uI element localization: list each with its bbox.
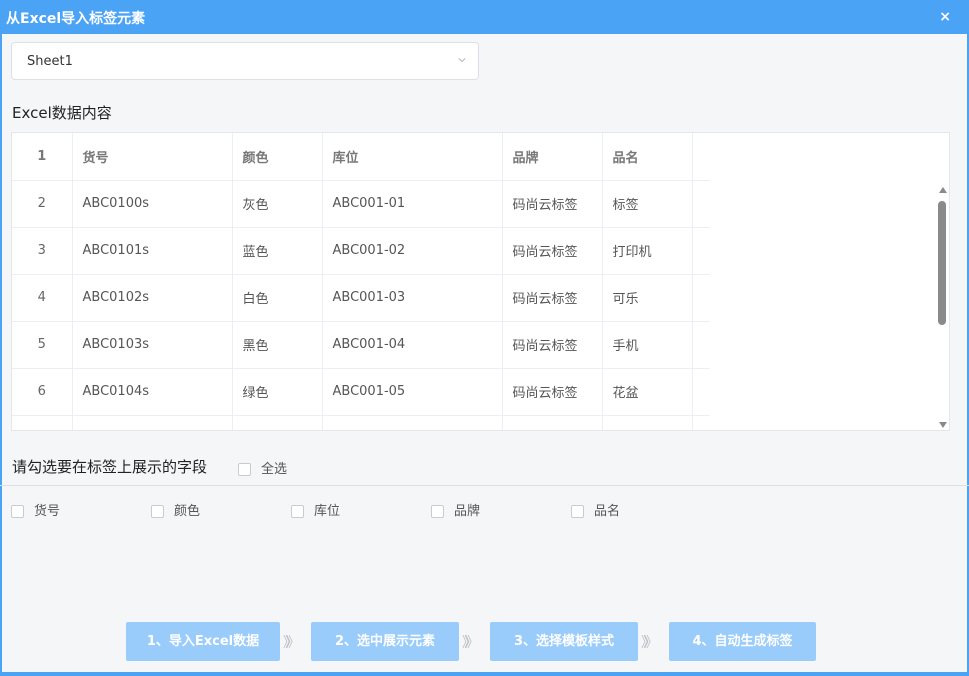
field-label: 品牌 (454, 504, 481, 519)
table-cell (322, 415, 503, 430)
table-cell (502, 415, 603, 430)
table-cell: 品名 (602, 133, 693, 181)
row-number-cell: 2 (12, 180, 73, 228)
table-cell: ABC0100s (72, 180, 233, 228)
table-filler-cell (692, 227, 710, 275)
row-number-cell: 3 (12, 227, 73, 275)
scrollbar-thumb[interactable] (938, 201, 946, 325)
fields-label: 请勾选要在标签上展示的字段 (12, 458, 208, 476)
table-cell: 品牌 (502, 133, 603, 181)
table-filler-cell (692, 180, 710, 228)
checkbox-icon[interactable] (238, 463, 251, 476)
table-cell: ABC001-04 (322, 321, 503, 369)
checkbox-icon[interactable] (151, 505, 164, 518)
table-cell: ABC0103s (72, 321, 233, 369)
row-number-cell: 6 (12, 368, 73, 416)
table-cell: 灰色 (232, 180, 323, 228)
table-row: 6 ABC0104s 绿色 ABC001-05 码尚云标签 花盆 (12, 368, 710, 416)
row-number-cell: 4 (12, 274, 73, 322)
table-cell: ABC0101s (72, 227, 233, 275)
table-cell: 码尚云标签 (502, 180, 603, 228)
table-cell: 码尚云标签 (502, 227, 603, 275)
table-row (12, 415, 710, 430)
step-import-excel[interactable]: 1、导入Excel数据 (126, 622, 280, 661)
table-cell: 打印机 (602, 227, 693, 275)
table-cell: 花盆 (602, 368, 693, 416)
table-cell: 可乐 (602, 274, 693, 322)
step-choose-template[interactable]: 3、选择模板样式 (490, 622, 638, 661)
table-cell (602, 415, 693, 430)
field-label: 颜色 (174, 504, 201, 519)
step-select-elements[interactable]: 2、选中展示元素 (311, 622, 459, 661)
sheet-select[interactable]: Sheet1 (11, 42, 479, 80)
table-header-row: 1 货号 颜色 库位 品牌 品名 (12, 133, 710, 181)
table-cell: 蓝色 (232, 227, 323, 275)
scroll-up-icon[interactable] (939, 187, 947, 193)
field-checkbox-item-no[interactable]: 货号 (11, 500, 60, 519)
table-cell: 码尚云标签 (502, 321, 603, 369)
scroll-down-icon[interactable] (939, 422, 947, 428)
table-cell: 码尚云标签 (502, 274, 603, 322)
field-checkbox-product-name[interactable]: 品名 (571, 500, 620, 519)
table-filler-cell (692, 321, 710, 369)
table-cell (72, 415, 233, 430)
table-cell: 货号 (72, 133, 233, 181)
excel-data-label: Excel数据内容 (12, 104, 112, 122)
checkbox-icon[interactable] (431, 505, 444, 518)
row-number-cell (12, 415, 73, 430)
table-cell: 颜色 (232, 133, 323, 181)
select-all-label: 全选 (261, 462, 288, 477)
row-number-cell: 5 (12, 321, 73, 369)
table-cell: 手机 (602, 321, 693, 369)
table-filler-cell (692, 368, 710, 416)
table-filler-cell (692, 415, 710, 430)
sheet-select-value: Sheet1 (27, 54, 73, 69)
field-checkbox-color[interactable]: 颜色 (151, 500, 200, 519)
dialog-titlebar: 从Excel导入标签元素 × (0, 0, 969, 34)
excel-data-table: 1 货号 颜色 库位 品牌 品名 2 ABC0100s 灰色 ABC001-01 码尚云标签 标签 3 A… (11, 132, 950, 431)
step-arrow-icon: 》》 (462, 635, 479, 651)
table-cell: 码尚云标签 (502, 368, 603, 416)
checkbox-icon[interactable] (291, 505, 304, 518)
table-scrollbar[interactable] (936, 185, 948, 430)
table-cell (232, 415, 323, 430)
table-cell: ABC001-03 (322, 274, 503, 322)
table-cell: 库位 (322, 133, 503, 181)
table-cell: 黑色 (232, 321, 323, 369)
step-arrow-icon: 》》 (283, 635, 300, 651)
table-cell: 绿色 (232, 368, 323, 416)
table-row: 4 ABC0102s 白色 ABC001-03 码尚云标签 可乐 (12, 274, 710, 322)
field-checkbox-brand[interactable]: 品牌 (431, 500, 480, 519)
field-checkbox-location[interactable]: 库位 (291, 500, 340, 519)
close-icon[interactable]: × (939, 9, 951, 25)
table-row: 2 ABC0100s 灰色 ABC001-01 码尚云标签 标签 (12, 180, 710, 228)
step-arrow-icon: 》》 (641, 635, 658, 651)
dialog-title: 从Excel导入标签元素 (6, 11, 146, 27)
chevron-down-icon (458, 58, 466, 63)
table-cell: ABC001-05 (322, 368, 503, 416)
field-label: 品名 (594, 504, 621, 519)
select-all-checkbox[interactable]: 全选 (238, 458, 287, 477)
table-cell: 白色 (232, 274, 323, 322)
table-row: 3 ABC0101s 蓝色 ABC001-02 码尚云标签 打印机 (12, 227, 710, 275)
checkbox-icon[interactable] (571, 505, 584, 518)
table-cell: ABC001-02 (322, 227, 503, 275)
table-cell: ABC0104s (72, 368, 233, 416)
table-cell: ABC0102s (72, 274, 233, 322)
field-label: 货号 (34, 504, 61, 519)
checkbox-icon[interactable] (11, 505, 24, 518)
table-cell: ABC001-01 (322, 180, 503, 228)
row-number-cell: 1 (12, 133, 73, 181)
divider (0, 485, 969, 486)
table-filler-cell (692, 274, 710, 322)
step-generate-labels[interactable]: 4、自动生成标签 (669, 622, 816, 661)
table-filler-cell (692, 133, 710, 181)
table-row: 5 ABC0103s 黑色 ABC001-04 码尚云标签 手机 (12, 321, 710, 369)
field-label: 库位 (314, 504, 341, 519)
table-cell: 标签 (602, 180, 693, 228)
